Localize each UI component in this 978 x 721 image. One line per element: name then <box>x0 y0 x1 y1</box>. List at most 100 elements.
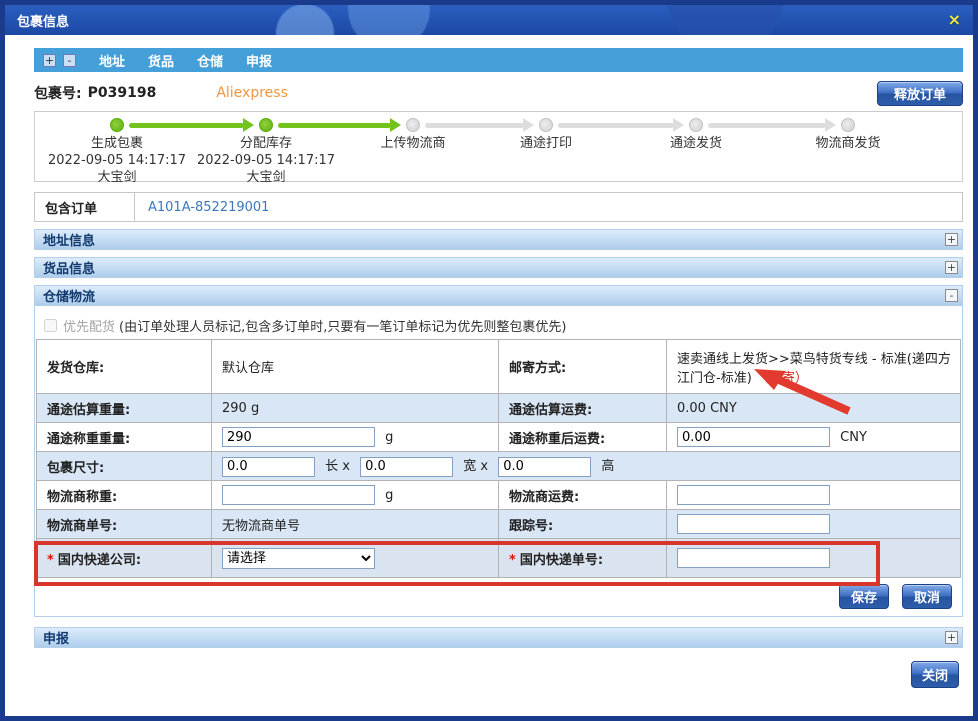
carrier-weight-label: 物流商称重: <box>37 481 212 510</box>
carrier-fee-cell <box>667 481 961 510</box>
toolbar: + - 地址 货品 仓储 申报 <box>34 48 963 72</box>
priority-note: (由订单处理人员标记,包含多订单时,只要有一笔订单标记为优先则整包裹优先) <box>119 316 566 335</box>
progress-tracker: 生成包裹 2022-09-05 14:17:17 大宝剑 分配库存 2022-0… <box>34 111 963 182</box>
carrier-weight-input[interactable] <box>222 485 375 505</box>
progress-arrow-pending <box>425 123 524 128</box>
contained-order-label: 包含订单 <box>35 193 135 221</box>
size-length-input[interactable] <box>222 457 315 477</box>
domestic-company-select[interactable]: 请选择 <box>222 548 375 569</box>
toolbar-item-declare[interactable]: 申报 <box>246 51 272 70</box>
dialog-title: 包裹信息 <box>17 11 69 30</box>
domestic-number-input[interactable] <box>677 548 830 568</box>
section-address-title: 地址信息 <box>43 230 95 249</box>
expand-icon[interactable]: + <box>945 261 958 274</box>
contained-order-link[interactable]: A101A-852219001 <box>135 193 269 221</box>
carrier-fee-input[interactable] <box>677 485 830 505</box>
ship-warehouse-label: 发货仓库: <box>37 340 212 394</box>
weight-unit: g <box>385 430 393 445</box>
postal-method-value: 速卖通线上发货>>菜鸟特货专线 - 标准(递四方江门仓-标准) （自寄） <box>667 340 961 394</box>
step-dot-pending <box>406 118 420 132</box>
carrier-number-label: 物流商单号: <box>37 510 212 539</box>
step-dot-done <box>259 118 273 132</box>
progress-step: 物流商发货 <box>758 136 938 153</box>
weighed-weight-cell: g <box>212 423 499 452</box>
toolbar-item-warehouse[interactable]: 仓储 <box>197 51 223 70</box>
required-mark: * <box>47 553 54 568</box>
carrier-weight-unit: g <box>385 488 393 503</box>
domestic-number-label: 国内快递单号: <box>520 553 603 568</box>
step-date: 2022-09-05 14:17:17 <box>176 153 356 170</box>
package-size-label: 包裹尺寸: <box>37 452 212 481</box>
dialog-content: + - 地址 货品 仓储 申报 包裹号: P039198 Aliexpress … <box>5 35 973 688</box>
size-length-sep: 长 x <box>325 459 350 474</box>
release-order-button[interactable]: 释放订单 <box>877 81 963 106</box>
priority-row: 优先配货 (由订单处理人员标记,包含多订单时,只要有一笔订单标记为优先则整包裹优… <box>36 312 961 339</box>
step-operator: 大宝剑 <box>176 170 356 187</box>
close-icon[interactable]: × <box>948 12 961 28</box>
package-size-cell: 长 x 宽 x 高 <box>212 452 961 481</box>
contained-order-row: 包含订单 A101A-852219001 <box>34 192 963 222</box>
est-weight-value: 290 g <box>212 394 499 423</box>
step-dot-pending <box>689 118 703 132</box>
section-declare[interactable]: 申报 + <box>34 627 963 648</box>
section-declare-title: 申报 <box>43 628 69 647</box>
step-label: 物流商发货 <box>758 136 938 153</box>
tracking-number-input[interactable] <box>677 514 830 534</box>
package-header-row: 包裹号: P039198 Aliexpress 释放订单 <box>34 80 963 106</box>
step-dot-done <box>110 118 124 132</box>
section-goods[interactable]: 货品信息 + <box>34 257 963 278</box>
collapse-icon[interactable]: - <box>945 289 958 302</box>
section-address[interactable]: 地址信息 + <box>34 229 963 250</box>
section-warehouse[interactable]: 仓储物流 - <box>34 285 963 306</box>
sales-channel-label: Aliexpress <box>216 85 288 101</box>
package-number-value: P039198 <box>88 85 157 101</box>
weighed-fee-label: 通途称重后运费: <box>499 423 667 452</box>
size-height-input[interactable] <box>498 457 591 477</box>
panel-buttons: 保存 取消 <box>36 584 952 609</box>
step-dot-pending <box>539 118 553 132</box>
priority-checkbox <box>44 319 57 332</box>
dialog-footer: 关闭 <box>34 661 963 688</box>
progress-arrow-pending <box>708 123 826 128</box>
postal-method-text: 速卖通线上发货>>菜鸟特货专线 - 标准(递四方江门仓-标准) <box>677 352 951 386</box>
progress-arrow-done <box>278 123 391 128</box>
collapse-all-icon[interactable]: - <box>63 54 76 67</box>
priority-label: 优先配货 <box>63 316 115 335</box>
postal-self-send-flag: （自寄） <box>756 371 808 386</box>
est-fee-label: 通途估算运费: <box>499 394 667 423</box>
save-button[interactable]: 保存 <box>839 584 889 609</box>
domestic-number-cell <box>667 539 961 578</box>
domestic-company-cell: 请选择 <box>212 539 499 578</box>
step-dot-pending <box>841 118 855 132</box>
expand-icon[interactable]: + <box>945 631 958 644</box>
toolbar-item-address[interactable]: 地址 <box>99 51 125 70</box>
weighed-weight-input[interactable] <box>222 427 375 447</box>
weighed-fee-input[interactable] <box>677 427 830 447</box>
section-warehouse-title: 仓储物流 <box>43 286 95 305</box>
fee-currency: CNY <box>840 430 867 445</box>
toolbar-item-goods[interactable]: 货品 <box>148 51 174 70</box>
progress-arrow-done <box>129 123 244 128</box>
section-goods-title: 货品信息 <box>43 258 95 277</box>
close-button[interactable]: 关闭 <box>911 661 959 688</box>
tracking-number-cell <box>667 510 961 539</box>
package-number-label: 包裹号: <box>34 83 82 103</box>
cancel-button[interactable]: 取消 <box>902 584 952 609</box>
weighed-fee-cell: CNY <box>667 423 961 452</box>
domestic-number-label-cell: * 国内快递单号: <box>499 539 667 578</box>
warehouse-panel: 优先配货 (由订单处理人员标记,包含多订单时,只要有一笔订单标记为优先则整包裹优… <box>34 306 963 617</box>
warehouse-form: 发货仓库: 默认仓库 邮寄方式: 速卖通线上发货>>菜鸟特货专线 - 标准(递四… <box>36 339 961 578</box>
size-height-sep: 高 <box>601 459 614 474</box>
package-info-dialog: 包裹信息 × + - 地址 货品 仓储 申报 包裹号: P039198 Alie… <box>0 0 978 721</box>
carrier-weight-cell: g <box>212 481 499 510</box>
required-mark: * <box>509 553 516 568</box>
carrier-number-value: 无物流商单号 <box>212 510 499 539</box>
title-bar: 包裹信息 × <box>5 5 973 35</box>
ship-warehouse-value: 默认仓库 <box>212 340 499 394</box>
expand-all-icon[interactable]: + <box>43 54 56 67</box>
est-weight-label: 通途估算重量: <box>37 394 212 423</box>
expand-icon[interactable]: + <box>945 233 958 246</box>
size-width-input[interactable] <box>360 457 453 477</box>
est-fee-value: 0.00 CNY <box>667 394 961 423</box>
tracking-number-label: 跟踪号: <box>499 510 667 539</box>
